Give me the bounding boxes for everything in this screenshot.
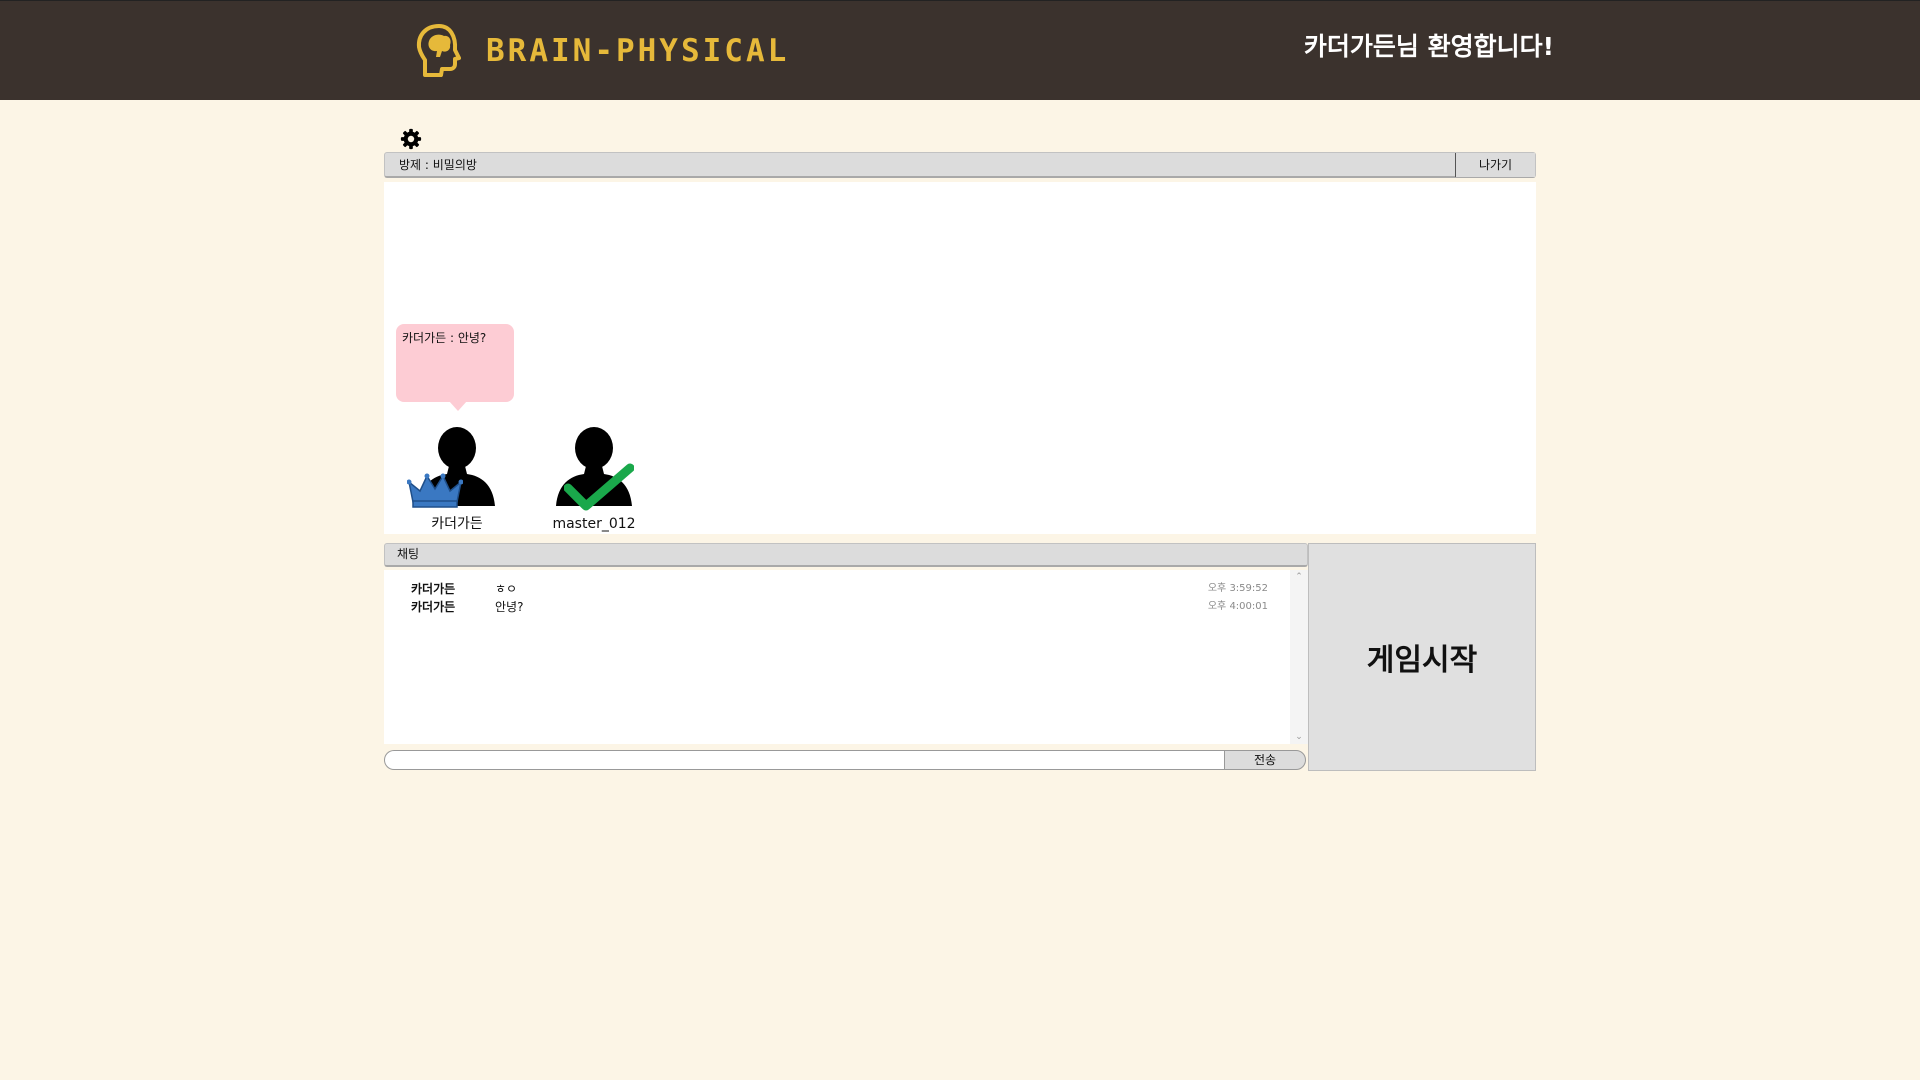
exit-button[interactable]: 나가기 — [1455, 153, 1535, 177]
brand-name: BRAIN-PHYSICAL — [486, 33, 790, 69]
game-start-button[interactable]: 게임시작 — [1308, 543, 1536, 771]
avatar — [407, 426, 507, 510]
brand-logo[interactable]: BRAIN-PHYSICAL — [414, 21, 789, 81]
chat-header: 채팅 — [384, 543, 1308, 567]
chat-title: 채팅 — [397, 547, 420, 561]
welcome-message: 카더가든님 환영합니다! — [1303, 32, 1554, 61]
message-text: ㅎㅇ — [495, 582, 518, 596]
scroll-up-icon[interactable]: ⌃ — [1290, 572, 1308, 582]
chat-input[interactable] — [384, 750, 1224, 770]
brain-head-icon — [416, 24, 461, 77]
chat-scrollbar[interactable]: ⌃ ⌄ — [1290, 570, 1308, 744]
player-name: master_012 — [552, 516, 636, 532]
player-area: 카더가든 : 안녕? 카더가든 master_012 — [384, 182, 1536, 534]
chat-message: 카더가든 ㅎㅇ 오후 3:59:52 — [384, 580, 1290, 598]
room-header: 방제 : 비밀의방 나가기 — [384, 152, 1536, 178]
scroll-down-icon[interactable]: ⌄ — [1290, 732, 1308, 742]
top-header: BRAIN-PHYSICAL 카더가든님 환영합니다! — [0, 0, 1920, 100]
player-slot-guest[interactable]: master_012 — [544, 426, 644, 534]
chat-message: 카더가든 안녕? 오후 4:00:01 — [384, 598, 1290, 616]
room-title: 방제 : 비밀의방 — [399, 158, 477, 172]
message-time: 오후 3:59:52 — [1207, 583, 1268, 594]
avatar — [544, 426, 644, 511]
player-name: 카더가든 — [431, 516, 483, 532]
send-button[interactable]: 전송 — [1224, 750, 1306, 770]
chat-log[interactable]: 카더가든 ㅎㅇ 오후 3:59:52 카더가든 안녕? 오후 4:00:01 — [384, 570, 1290, 744]
crown-icon — [407, 473, 463, 508]
message-sender: 카더가든 — [411, 582, 456, 596]
message-sender: 카더가든 — [411, 600, 456, 614]
player-slot-host[interactable]: 카더가든 — [407, 426, 507, 534]
speech-bubble: 카더가든 : 안녕? — [396, 324, 514, 411]
message-text: 안녕? — [495, 600, 524, 614]
gear-icon[interactable] — [400, 128, 422, 150]
checkmark-icon — [564, 463, 634, 511]
message-time: 오후 4:00:01 — [1207, 601, 1268, 612]
